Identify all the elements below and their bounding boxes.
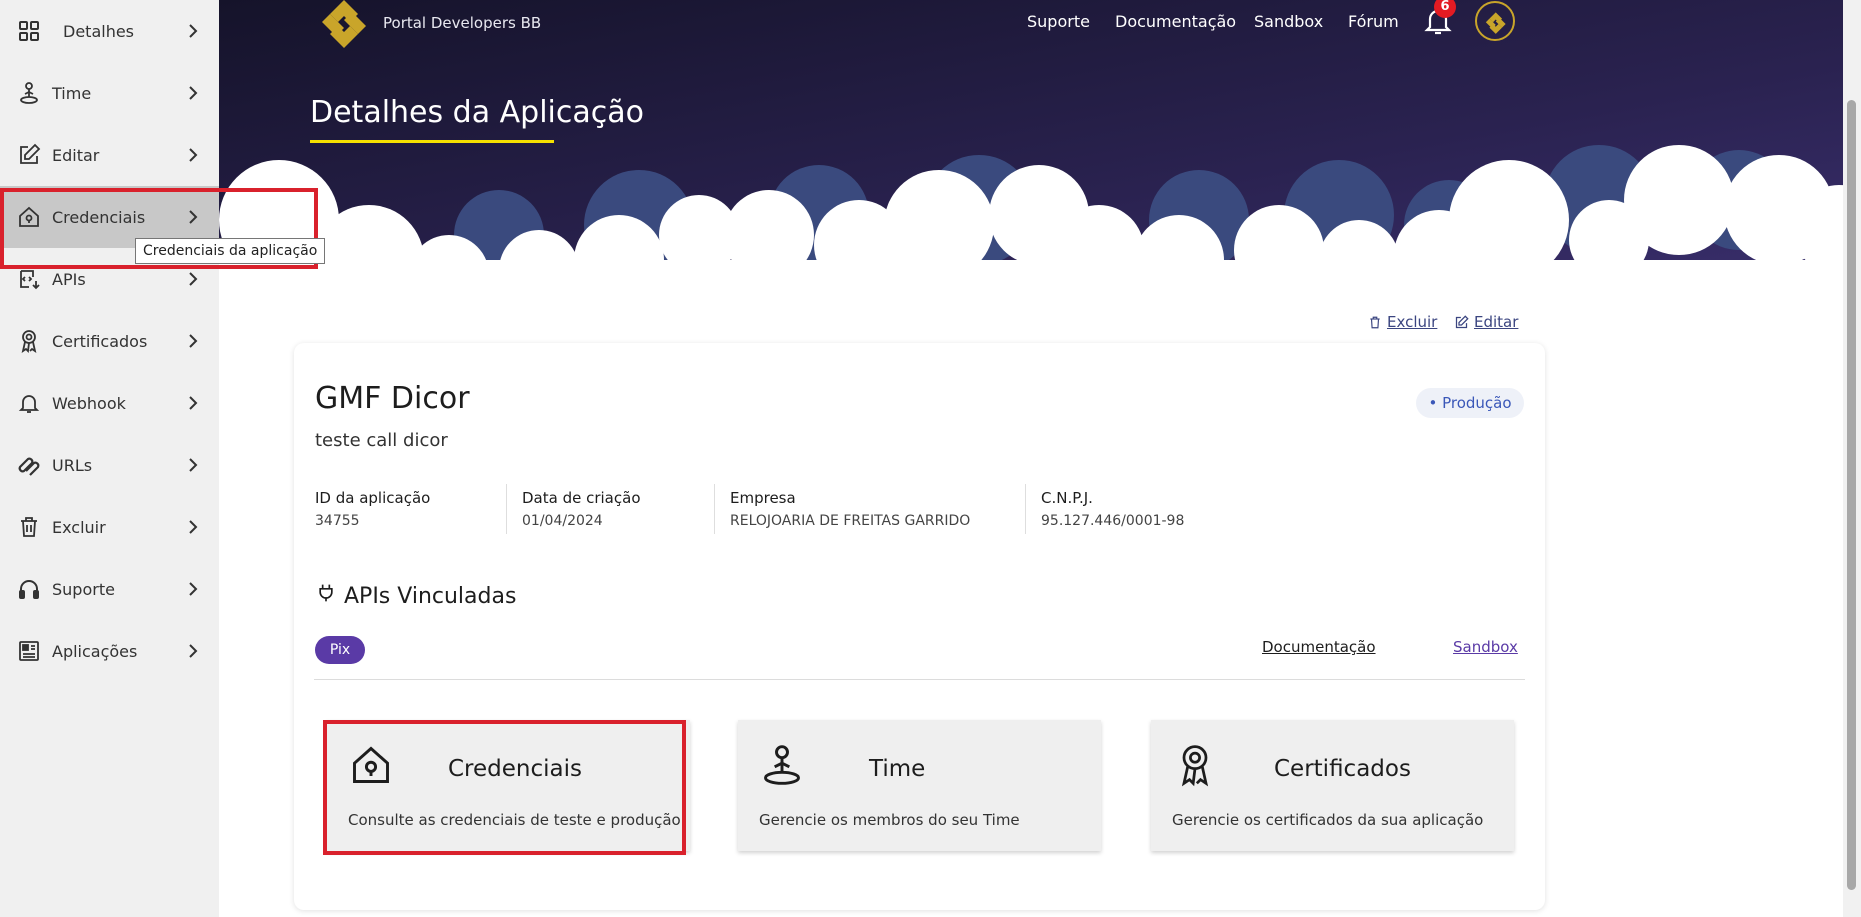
sidebar-item-label: Detalhes	[63, 21, 135, 41]
trash-icon	[21, 517, 37, 537]
house-lock-icon	[353, 746, 389, 783]
delete-label: Excluir	[1387, 313, 1438, 331]
tile-title: Credenciais	[448, 756, 582, 782]
clouds-background	[219, 0, 1843, 300]
header-banner	[219, 0, 1843, 300]
info-label: Empresa	[730, 489, 796, 507]
chevron-right-icon	[189, 148, 198, 162]
edit-label: Editar	[1474, 313, 1519, 331]
title-underline	[310, 140, 554, 143]
headset-icon	[19, 580, 39, 599]
house-lock-icon	[19, 206, 39, 227]
chevron-right-icon	[189, 24, 198, 38]
delete-link[interactable]: Excluir	[1368, 313, 1437, 331]
sidebar-item-label: Certificados	[52, 331, 148, 351]
sidebar-item-urls[interactable]: URLs	[0, 434, 219, 496]
sidebar-item-label: URLs	[52, 455, 93, 475]
info-separator	[506, 484, 507, 534]
nav-sandbox[interactable]: Sandbox	[1254, 12, 1323, 31]
apis-section-title: APIs Vinculadas	[344, 584, 517, 609]
app-description: teste call dicor	[315, 430, 448, 451]
info-label: ID da aplicação	[315, 489, 431, 507]
tile-certificados[interactable]: Certificados Gerencie os certificados da…	[1151, 720, 1514, 851]
sidebar-item-label: Suporte	[52, 579, 115, 599]
info-label: C.N.P.J.	[1041, 489, 1093, 507]
bb-logo-icon	[322, 0, 366, 48]
sidebar-item-aplicacoes[interactable]: Aplicações	[0, 620, 219, 682]
info-label: Data de criação	[522, 489, 641, 507]
divider	[314, 679, 1525, 680]
nav-documentacao[interactable]: Documentação	[1115, 12, 1236, 31]
info-value: RELOJOARIA DE FREITAS GARRIDO	[730, 513, 971, 529]
chevron-right-icon	[189, 334, 198, 348]
sidebar-item-excluir[interactable]: Excluir	[0, 496, 219, 558]
sidebar-item-label: Aplicações	[52, 641, 138, 661]
scrollbar-thumb[interactable]	[1847, 100, 1856, 890]
sidebar-item-editar[interactable]: Editar	[0, 124, 219, 186]
info-separator	[714, 484, 715, 534]
info-separator	[1025, 484, 1026, 534]
nav-forum[interactable]: Fórum	[1348, 12, 1399, 31]
edit-icon	[20, 143, 41, 164]
tile-title: Certificados	[1274, 756, 1411, 782]
person-pin-icon	[764, 745, 800, 785]
chevron-right-icon	[189, 210, 198, 224]
bell-icon	[18, 395, 40, 413]
sidebar-item-label: Webhook	[52, 393, 126, 413]
info-value: 34755	[315, 513, 360, 529]
sidebar-item-certificados[interactable]: Certificados	[0, 310, 219, 372]
tile-time[interactable]: Time Gerencie os membros do seu Time	[738, 720, 1101, 851]
sidebar-item-label: Time	[52, 83, 92, 103]
link-icon	[18, 457, 40, 476]
trash-icon	[1370, 316, 1380, 328]
info-value: 95.127.446/0001-98	[1041, 513, 1185, 529]
plug-icon	[319, 584, 333, 602]
chevron-right-icon	[189, 396, 198, 410]
tile-description: Gerencie os membros do seu Time	[759, 811, 1020, 829]
grid-icon	[19, 21, 39, 41]
tile-description: Gerencie os certificados da sua aplicaçã…	[1172, 811, 1484, 829]
api-tag-pix[interactable]: Pix	[315, 636, 365, 664]
chevron-right-icon	[189, 458, 198, 472]
ribbon-icon	[21, 330, 37, 353]
sidebar-item-time[interactable]: Time	[0, 62, 219, 124]
page-title: Detalhes da Aplicação	[310, 95, 644, 130]
person-pin-icon	[20, 82, 38, 104]
chevron-right-icon	[189, 644, 198, 658]
api-documentation-link[interactable]: Documentação	[1262, 638, 1376, 656]
chevron-right-icon	[189, 520, 198, 534]
info-value: 01/04/2024	[522, 513, 603, 529]
tile-credenciais[interactable]: Credenciais Consulte as credenciais de t…	[327, 720, 690, 851]
nav-suporte[interactable]: Suporte	[1027, 12, 1090, 31]
tile-description: Consulte as credenciais de teste e produ…	[348, 811, 681, 829]
environment-badge: • Produção	[1416, 388, 1524, 418]
chevron-right-icon	[189, 582, 198, 596]
sidebar-item-label: Credenciais	[52, 207, 146, 227]
tile-title: Time	[869, 756, 926, 782]
sidebar-item-label: APIs	[52, 269, 86, 289]
user-avatar[interactable]	[1475, 1, 1515, 41]
app-name: GMF Dicor	[315, 381, 470, 416]
edit-link[interactable]: Editar	[1454, 313, 1518, 331]
sidebar: Detalhes Time Editar Credenciais APIs Ce…	[0, 0, 219, 917]
edit-icon	[1455, 314, 1469, 328]
sidebar-item-webhook[interactable]: Webhook	[0, 372, 219, 434]
ribbon-icon	[1181, 745, 1209, 787]
tooltip: Credenciais da aplicação	[135, 238, 326, 264]
chevron-right-icon	[189, 272, 198, 286]
brand-name[interactable]: Portal Developers BB	[383, 14, 541, 32]
api-sandbox-link[interactable]: Sandbox	[1453, 638, 1518, 656]
sidebar-item-label: Excluir	[52, 517, 106, 537]
sidebar-item-suporte[interactable]: Suporte	[0, 558, 219, 620]
chevron-right-icon	[189, 86, 198, 100]
bb-logo-icon	[1485, 12, 1506, 34]
api-icon	[20, 270, 40, 290]
apps-icon	[19, 641, 39, 661]
sidebar-item-detalhes[interactable]: Detalhes	[0, 0, 219, 62]
sidebar-item-label: Editar	[52, 145, 100, 165]
